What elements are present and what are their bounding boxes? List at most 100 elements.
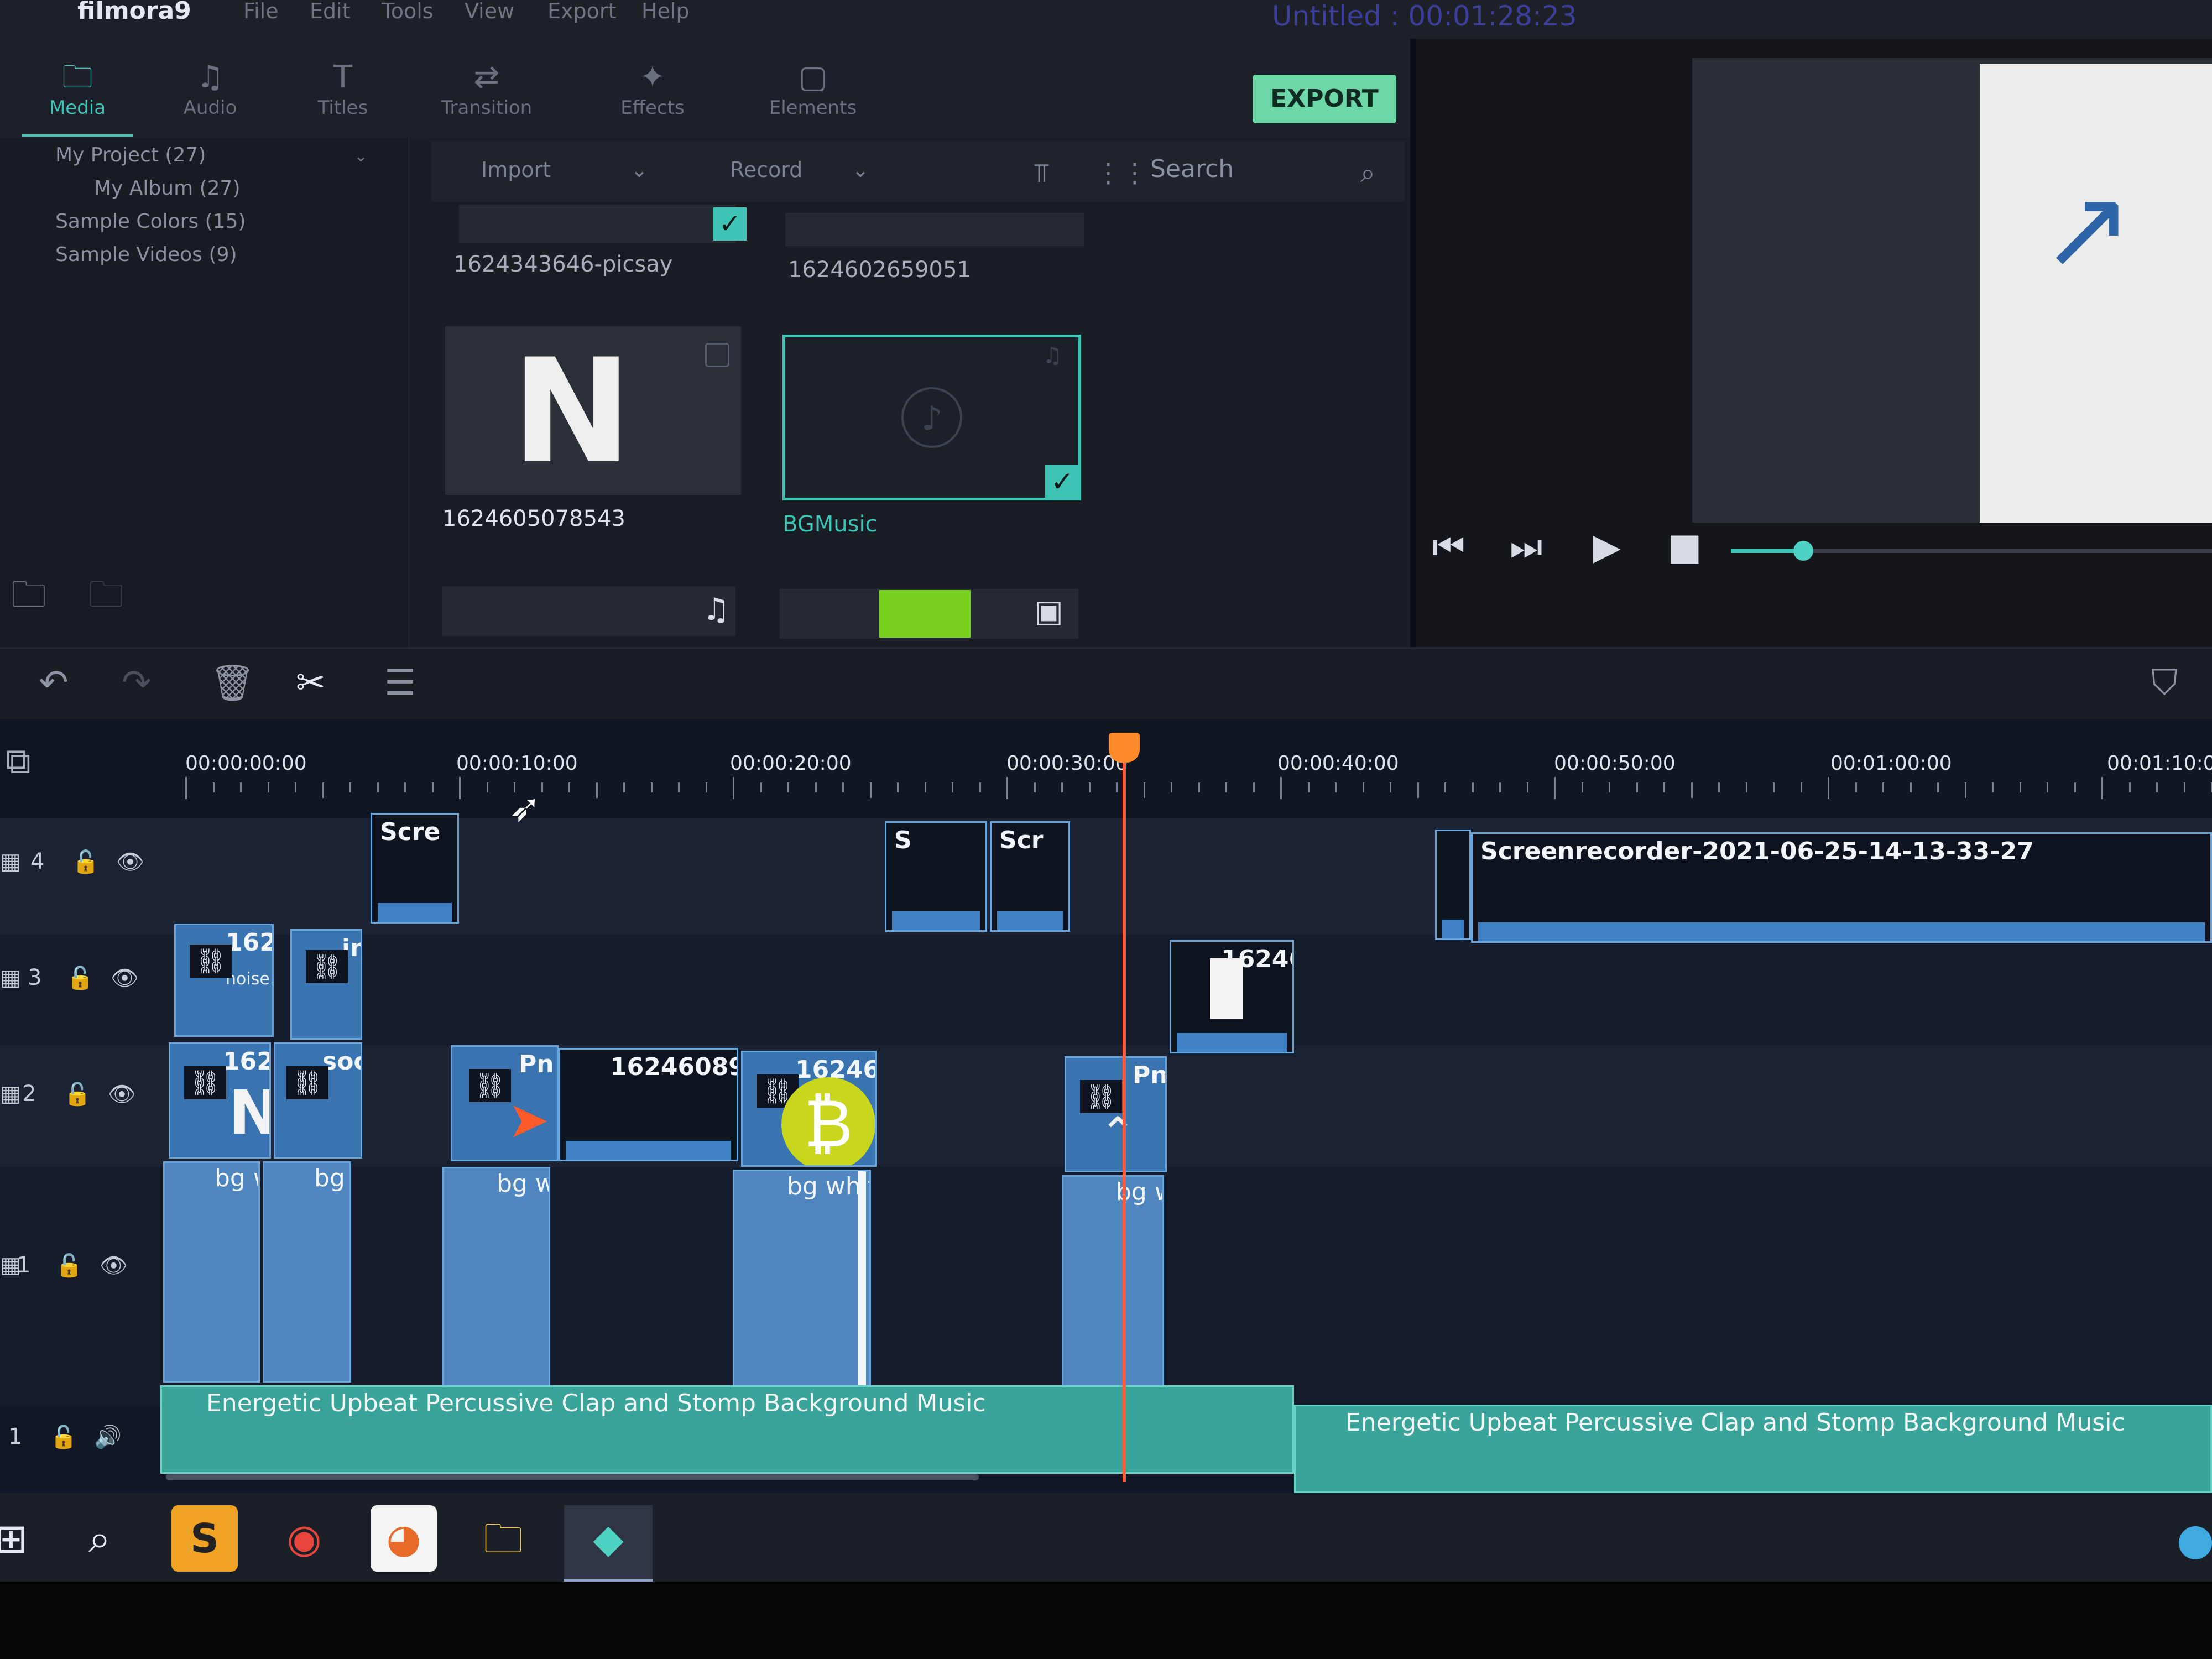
skip-back-icon[interactable]: ⏮ — [1432, 525, 1465, 569]
chevron-down-icon[interactable]: ⌄ — [354, 147, 368, 166]
playhead-line[interactable] — [1123, 735, 1126, 1482]
clip-trim-handle[interactable] — [858, 1171, 866, 1392]
library-item-my-album[interactable]: My Album (27) — [94, 177, 241, 200]
eye-icon[interactable]: 👁 — [100, 1253, 128, 1279]
ruler-tick — [1006, 777, 1008, 799]
clip-track1-d[interactable]: bg white — [733, 1170, 871, 1394]
import-chevron-icon[interactable]: ⌄ — [630, 158, 648, 182]
clip-track2-c[interactable]: Pn ⛓ ➤ — [451, 1045, 559, 1161]
record-chevron-icon[interactable]: ⌄ — [852, 158, 869, 182]
clip-track3-b[interactable]: in ⛓ — [290, 929, 362, 1040]
ruler-tick — [1718, 782, 1720, 792]
cut-icon[interactable]: ✂ — [296, 662, 326, 703]
lock-icon[interactable]: 🔓 — [55, 1253, 83, 1279]
speaker-icon[interactable]: 🔊 — [94, 1424, 122, 1450]
clip-track3-c[interactable]: 16246 — [1170, 940, 1294, 1053]
audio-type-icon: ♫ — [702, 592, 731, 628]
volume-slider-handle[interactable] — [1793, 541, 1813, 561]
media-item-2-thumb[interactable] — [785, 213, 1084, 246]
menu-tools[interactable]: Tools — [382, 0, 434, 23]
menu-help[interactable]: Help — [641, 0, 690, 23]
tab-media[interactable]: 🗀 Media — [17, 58, 138, 141]
notification-icon[interactable] — [2179, 1526, 2212, 1559]
play-icon[interactable]: ▶ — [1593, 525, 1621, 568]
clip-track1-a[interactable]: bg w — [163, 1161, 260, 1383]
clip-track1-c[interactable]: bg wl — [442, 1167, 550, 1388]
ruler-tick — [1089, 782, 1091, 792]
media-item-6-thumb[interactable]: ▣ — [780, 589, 1078, 639]
menu-export[interactable]: Export — [547, 0, 616, 23]
redo-icon[interactable]: ↷ — [122, 662, 152, 703]
lock-icon[interactable]: 🔓 — [50, 1424, 77, 1450]
audio-clip-2[interactable]: Energetic Upbeat Percussive Clap and Sto… — [1294, 1405, 2212, 1493]
clip-track4-d-head[interactable] — [1435, 830, 1471, 940]
export-button[interactable]: EXPORT — [1253, 75, 1396, 123]
clip-track4-c[interactable]: Scr — [990, 821, 1070, 932]
record-dropdown[interactable]: Record — [730, 158, 802, 182]
sublime-icon[interactable]: S — [171, 1505, 238, 1572]
clip-track4-a[interactable]: Scre — [371, 813, 459, 924]
tab-audio[interactable]: ♫ Audio — [149, 58, 271, 141]
media-item-1-thumb[interactable] — [459, 205, 735, 243]
checkmark-icon[interactable]: ✓ — [1045, 465, 1079, 499]
add-track-icon[interactable]: ⧉ — [6, 741, 31, 782]
playhead-handle[interactable] — [1109, 733, 1140, 763]
library-item-sample-colors[interactable]: Sample Colors (15) — [55, 210, 246, 233]
import-dropdown[interactable]: Import — [481, 158, 551, 182]
undo-icon[interactable]: ↶ — [39, 662, 69, 703]
lock-icon[interactable]: 🔓 — [72, 849, 100, 875]
eye-icon[interactable]: 👁 — [111, 965, 139, 991]
link-icon: ⛓ — [306, 950, 348, 983]
file-explorer-icon[interactable]: 🗀 — [470, 1505, 536, 1572]
clip-track2-b[interactable]: soc ⛓ — [274, 1042, 362, 1159]
screen-bezel — [0, 1582, 2212, 1659]
menu-edit[interactable]: Edit — [310, 0, 351, 23]
clip-track3-a[interactable]: 1624 noise. ⛓ — [174, 924, 274, 1037]
ruler-tick — [185, 777, 187, 799]
tab-effects[interactable]: ✦ Effects — [592, 58, 713, 141]
adjust-icon[interactable]: ☰ — [384, 662, 416, 703]
tab-transition[interactable]: ⇄ Transition — [426, 58, 547, 141]
library-item-my-project[interactable]: My Project (27) — [55, 144, 206, 166]
clip-track2-f[interactable]: Pn ⛓ ⌃ — [1065, 1056, 1167, 1172]
ruler-tick — [2129, 782, 2131, 792]
new-folder-icon[interactable]: 🗀 — [11, 570, 46, 629]
media-item-5-thumb[interactable]: ♫ — [442, 586, 735, 636]
filter-icon[interactable]: ⫪ — [1034, 158, 1049, 189]
lock-icon[interactable]: 🔓 — [64, 1081, 91, 1107]
checkmark-icon[interactable]: ✓ — [713, 207, 747, 241]
tab-titles[interactable]: T Titles — [282, 58, 404, 141]
chrome-icon[interactable]: ◉ — [271, 1505, 337, 1572]
ruler-tick — [623, 782, 625, 792]
media-item-4-thumb[interactable]: ♪ ♫ ✓ — [782, 335, 1081, 500]
delete-folder-icon[interactable]: 🗀 — [88, 570, 124, 629]
filmora-icon[interactable]: ◆ — [564, 1505, 653, 1583]
clip-track1-e[interactable]: bg w — [1062, 1175, 1164, 1399]
clip-track4-b[interactable]: S — [885, 821, 987, 932]
delete-icon[interactable]: 🗑 — [210, 662, 255, 704]
step-forward-icon[interactable]: ⏭ — [1510, 525, 1542, 569]
ruler-tick — [1582, 782, 1583, 792]
search-icon[interactable]: ⌕ — [66, 1505, 133, 1572]
menu-view[interactable]: View — [465, 0, 514, 23]
clip-track2-a[interactable]: 1624 ⛓ N — [169, 1042, 271, 1159]
windows-start-icon[interactable]: ⊞ — [0, 1505, 44, 1572]
clip-track2-d[interactable]: 1624608955 — [559, 1048, 738, 1161]
search-input[interactable]: Search — [1150, 155, 1394, 188]
tab-elements[interactable]: ▢ Elements — [752, 58, 874, 141]
menu-file[interactable]: File — [243, 0, 279, 23]
eye-icon[interactable]: 👁 — [108, 1081, 136, 1107]
photos-icon[interactable]: ◕ — [371, 1505, 437, 1572]
media-item-3-thumb[interactable]: N — [445, 326, 741, 495]
lock-icon[interactable]: 🔓 — [66, 965, 94, 991]
library-item-sample-videos[interactable]: Sample Videos (9) — [55, 243, 237, 266]
clip-track1-b[interactable]: bg v — [263, 1161, 351, 1383]
stop-icon[interactable]: ■ — [1667, 525, 1702, 568]
eye-icon[interactable]: 👁 — [116, 849, 144, 875]
search-icon[interactable]: ⌕ — [1360, 158, 1375, 189]
timeline-scrollbar[interactable] — [166, 1474, 979, 1480]
clip-track2-e[interactable]: 1624609 ⛓ ₿ — [741, 1051, 877, 1167]
clip-track4-d[interactable]: Screenrecorder-2021-06-25-14-13-33-27 — [1471, 832, 2212, 943]
marker-icon[interactable]: ⛉ — [2151, 662, 2178, 703]
grid-view-icon[interactable]: ⋮⋮ — [1095, 158, 1148, 189]
